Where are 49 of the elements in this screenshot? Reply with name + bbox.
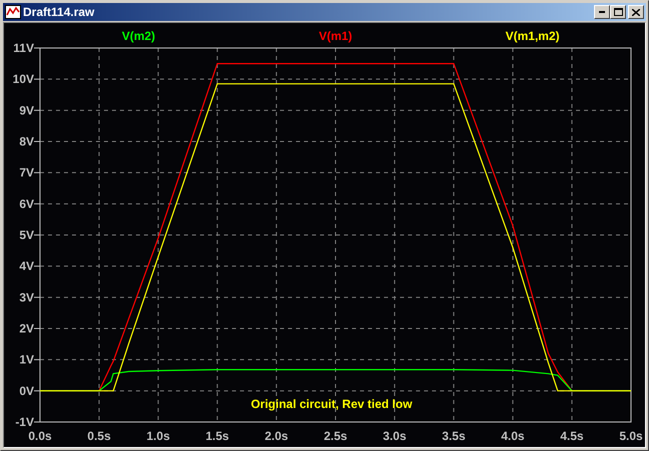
- maximize-button[interactable]: [610, 5, 626, 19]
- y-tick-label: 11V: [13, 41, 34, 55]
- x-tick-label: 0.5s: [87, 429, 111, 443]
- y-tick-label: 9V: [19, 103, 40, 118]
- x-tick-label: 4.0s: [501, 429, 524, 443]
- trace-label[interactable]: V(m1): [318, 29, 352, 43]
- close-icon: [632, 8, 640, 16]
- plot-annotation: Original circuit, Rev tied low: [250, 397, 412, 411]
- x-tick-label: 1.0s: [146, 429, 170, 443]
- y-tick-label: 8V: [19, 134, 40, 148]
- y-tick-label: 1V: [19, 352, 34, 367]
- y-tick-label: 2V: [19, 322, 34, 336]
- y-tick-label: 6V: [19, 196, 34, 211]
- close-button[interactable]: [628, 5, 644, 19]
- y-tick-label: 3V: [19, 290, 40, 304]
- y-tick-label: 2V: [19, 322, 40, 336]
- minimize-icon: [599, 11, 605, 13]
- waveform-icon: [5, 5, 21, 19]
- y-tick-label: 6V: [19, 196, 40, 211]
- y-tick-label: -1V: [15, 415, 40, 429]
- y-tick-label: 7V: [19, 166, 34, 180]
- x-tick-label: 5.0s: [619, 429, 643, 443]
- y-tick-label: 5V: [19, 228, 40, 242]
- y-tick-label: 4V: [19, 259, 40, 274]
- y-tick-label: 4V: [19, 259, 34, 274]
- x-tick-label: 1.5s: [206, 429, 229, 443]
- y-tick-label: 10V: [12, 72, 34, 86]
- window-title: Draft114.raw: [23, 6, 94, 18]
- x-tick-label: 3.5s: [442, 429, 466, 443]
- x-tick-label: 2.0s: [264, 429, 288, 443]
- y-tick-label: 1V: [19, 352, 40, 367]
- x-tick-label: 0.0s: [28, 429, 52, 443]
- y-tick-label: -1V: [15, 415, 34, 429]
- y-tick-label: 5V: [19, 228, 34, 242]
- y-tick-label: 0V: [19, 384, 40, 398]
- x-tick-label: 3.0s: [382, 429, 406, 443]
- y-tick-label: 10V: [12, 72, 40, 86]
- x-tick-label: 2.5s: [324, 429, 348, 443]
- y-tick-label: 0V: [19, 384, 34, 398]
- maximize-icon: [614, 8, 622, 16]
- minimize-button[interactable]: [594, 5, 610, 19]
- y-tick-label: 3V: [19, 290, 34, 304]
- x-tick-label: 4.5s: [560, 429, 584, 443]
- y-tick-label: 8V: [19, 134, 34, 148]
- trace-label[interactable]: V(m2): [122, 29, 156, 43]
- y-tick-label: 11V: [13, 41, 40, 55]
- trace-label[interactable]: V(m1,m2): [505, 29, 560, 43]
- y-tick-label: 9V: [19, 103, 34, 118]
- y-tick-label: 7V: [19, 166, 40, 180]
